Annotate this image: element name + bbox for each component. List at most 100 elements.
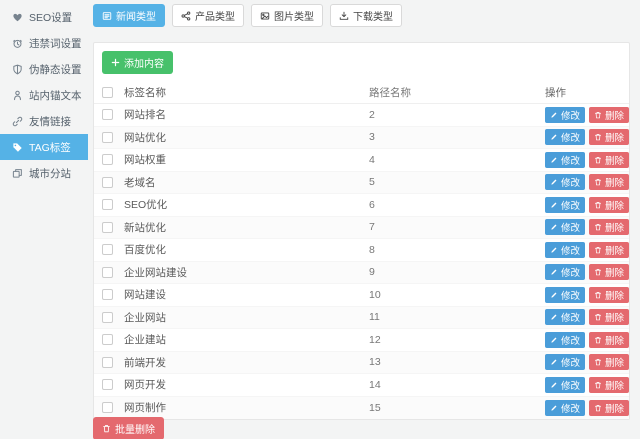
batch-delete-button[interactable]: 批量删除 — [93, 417, 164, 439]
tag-name: 企业网站 — [124, 310, 369, 325]
delete-button[interactable]: 删除 — [589, 107, 629, 123]
edit-button[interactable]: 修改 — [545, 264, 585, 280]
sidebar-item-banned-words[interactable]: 违禁词设置 — [0, 30, 88, 56]
add-content-button[interactable]: 添加内容 — [102, 51, 173, 74]
edit-button[interactable]: 修改 — [545, 152, 585, 168]
row-checkbox[interactable] — [102, 312, 113, 323]
pencil-icon — [550, 111, 558, 119]
pencil-icon — [550, 201, 558, 209]
delete-button[interactable]: 删除 — [589, 400, 629, 416]
path-name: 2 — [369, 109, 545, 121]
image-icon — [260, 11, 270, 21]
edit-button[interactable]: 修改 — [545, 400, 585, 416]
delete-button[interactable]: 删除 — [589, 287, 629, 303]
row-checkbox[interactable] — [102, 222, 113, 233]
delete-button[interactable]: 删除 — [589, 354, 629, 370]
edit-button[interactable]: 修改 — [545, 287, 585, 303]
path-name: 7 — [369, 221, 545, 233]
sidebar-item-tag-labels[interactable]: TAG标签 — [0, 134, 88, 160]
trash-icon — [594, 313, 602, 321]
edit-button[interactable]: 修改 — [545, 219, 585, 235]
edit-button[interactable]: 修改 — [545, 354, 585, 370]
edit-button[interactable]: 修改 — [545, 377, 585, 393]
row-checkbox[interactable] — [102, 402, 113, 413]
sidebar-item-friend-links[interactable]: 友情链接 — [0, 108, 88, 134]
row-checkbox[interactable] — [102, 289, 113, 300]
edit-button[interactable]: 修改 — [545, 242, 585, 258]
tab-product-type[interactable]: 产品类型 — [172, 4, 244, 27]
table-row: 网站排名 2 修改 删除 — [94, 104, 629, 127]
delete-button[interactable]: 删除 — [589, 197, 629, 213]
row-checkbox[interactable] — [102, 357, 113, 368]
table-row: 新站优化 7 修改 删除 — [94, 217, 629, 240]
delete-button[interactable]: 删除 — [589, 264, 629, 280]
row-checkbox[interactable] — [102, 334, 113, 345]
tab-download-type[interactable]: 下载类型 — [330, 4, 402, 27]
pencil-icon — [550, 178, 558, 186]
row-checkbox[interactable] — [102, 177, 113, 188]
path-name: 4 — [369, 154, 545, 166]
trash-icon — [594, 223, 602, 231]
table-row: 老域名 5 修改 删除 — [94, 172, 629, 195]
row-checkbox[interactable] — [102, 379, 113, 390]
tag-name: 网页制作 — [124, 400, 369, 415]
header-tag-name: 标签名称 — [124, 85, 369, 100]
sidebar-item-label: 城市分站 — [29, 166, 71, 181]
row-checkbox[interactable] — [102, 154, 113, 165]
row-checkbox[interactable] — [102, 132, 113, 143]
pencil-icon — [550, 246, 558, 254]
tab-label: 下载类型 — [353, 8, 393, 23]
delete-button[interactable]: 删除 — [589, 309, 629, 325]
path-name: 3 — [369, 131, 545, 143]
path-name: 5 — [369, 176, 545, 188]
trash-icon — [594, 268, 602, 276]
delete-button[interactable]: 删除 — [589, 219, 629, 235]
edit-button[interactable]: 修改 — [545, 107, 585, 123]
path-name: 15 — [369, 402, 545, 414]
edit-button[interactable]: 修改 — [545, 309, 585, 325]
pencil-icon — [550, 404, 558, 412]
tag-name: 网站建设 — [124, 287, 369, 302]
row-checkbox[interactable] — [102, 109, 113, 120]
delete-button[interactable]: 删除 — [589, 129, 629, 145]
delete-button[interactable]: 删除 — [589, 152, 629, 168]
edit-button[interactable]: 修改 — [545, 332, 585, 348]
tab-image-type[interactable]: 图片类型 — [251, 4, 323, 27]
row-checkbox[interactable] — [102, 199, 113, 210]
share-icon — [181, 11, 191, 21]
sidebar-item-anchor-text[interactable]: 站内锚文本 — [0, 82, 88, 108]
trash-icon — [594, 336, 602, 344]
path-name: 14 — [369, 379, 545, 391]
clock-icon — [11, 37, 23, 49]
select-all-checkbox[interactable] — [102, 87, 113, 98]
table-row: 网页制作 15 修改 删除 — [94, 397, 629, 420]
sidebar-item-label: TAG标签 — [29, 140, 71, 155]
edit-button[interactable]: 修改 — [545, 174, 585, 190]
tab-news-type[interactable]: 新闻类型 — [93, 4, 165, 27]
type-tabs: 新闻类型 产品类型 图片类型 下载类型 — [93, 4, 402, 27]
shield-icon — [11, 63, 23, 75]
edit-button[interactable]: 修改 — [545, 197, 585, 213]
sidebar-item-city-subsites[interactable]: 城市分站 — [0, 160, 88, 186]
table-header-row: 标签名称 路径名称 操作 — [94, 81, 629, 104]
delete-button[interactable]: 删除 — [589, 242, 629, 258]
table-row: 企业网站建设 9 修改 删除 — [94, 262, 629, 285]
row-checkbox[interactable] — [102, 244, 113, 255]
header-operations: 操作 — [545, 85, 619, 100]
tag-name: 企业网站建设 — [124, 265, 369, 280]
sidebar-item-seo-settings[interactable]: SEO设置 — [0, 4, 88, 30]
trash-icon — [594, 178, 602, 186]
tag-name: 网页开发 — [124, 377, 369, 392]
delete-button[interactable]: 删除 — [589, 377, 629, 393]
edit-button[interactable]: 修改 — [545, 129, 585, 145]
path-name: 8 — [369, 244, 545, 256]
delete-button[interactable]: 删除 — [589, 332, 629, 348]
sidebar-item-pseudo-static[interactable]: 伪静态设置 — [0, 56, 88, 82]
path-name: 11 — [369, 311, 545, 323]
table-row: 百度优化 8 修改 删除 — [94, 239, 629, 262]
link-icon — [11, 115, 23, 127]
delete-button[interactable]: 删除 — [589, 174, 629, 190]
trash-icon — [594, 201, 602, 209]
pencil-icon — [550, 156, 558, 164]
row-checkbox[interactable] — [102, 267, 113, 278]
